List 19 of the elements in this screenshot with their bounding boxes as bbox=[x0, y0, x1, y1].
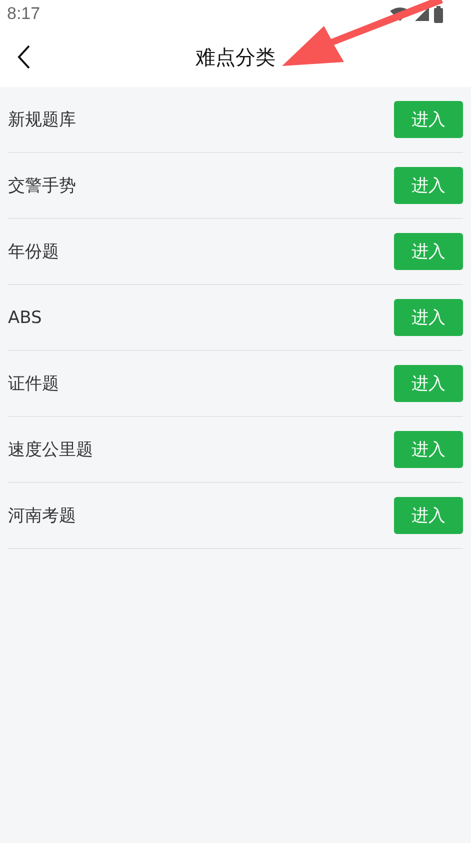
item-label: ABS bbox=[8, 308, 42, 328]
enter-button[interactable]: 进入 bbox=[394, 299, 463, 336]
item-label: 证件题 bbox=[8, 373, 59, 395]
battery-icon bbox=[434, 6, 443, 22]
enter-button[interactable]: 进入 bbox=[394, 497, 463, 534]
status-time: 8:17 bbox=[7, 4, 40, 24]
item-label: 速度公里题 bbox=[8, 439, 93, 461]
back-icon[interactable] bbox=[17, 45, 31, 69]
item-label: 河南考题 bbox=[8, 505, 76, 527]
enter-button[interactable]: 进入 bbox=[394, 365, 463, 402]
enter-button[interactable]: 进入 bbox=[394, 167, 463, 204]
page-title: 难点分类 bbox=[196, 44, 276, 71]
enter-button[interactable]: 进入 bbox=[394, 431, 463, 468]
item-label: 新规题库 bbox=[8, 109, 76, 131]
item-label: 交警手势 bbox=[8, 175, 76, 197]
item-label: 年份题 bbox=[8, 241, 59, 263]
enter-button[interactable]: 进入 bbox=[394, 233, 463, 270]
signal-icon bbox=[415, 7, 429, 21]
enter-button[interactable]: 进入 bbox=[394, 101, 463, 138]
